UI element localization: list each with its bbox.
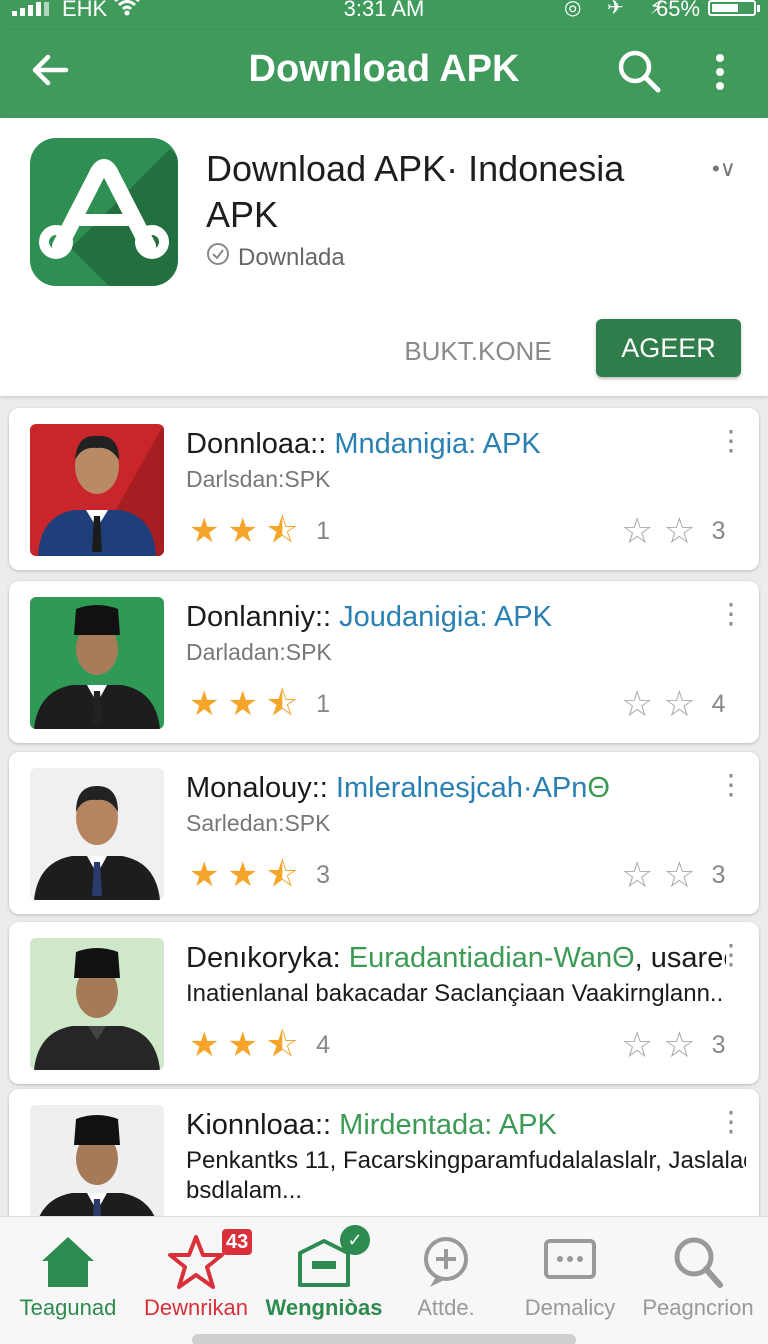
app-title: Download APK· Indonesia APK [206,148,625,235]
nav-label: Peagncrion [642,1295,754,1320]
list-item[interactable]: Donnloaa:: Mndanigia: APK Darlsdan:SPK ⋮… [9,408,759,570]
half-star-icon: ⯪ [265,685,299,723]
star-icon: ★ [189,1026,220,1064]
item-menu-icon[interactable]: ⋮ [717,426,745,460]
rating-value: 4 [316,1030,331,1059]
half-star-icon: ⯪ [265,1026,299,1064]
item-subtitle: Darlsdan:SPK [186,466,331,492]
nav-item-home[interactable]: Teagunad [4,1217,132,1344]
item-menu-icon[interactable]: ⋮ [717,599,745,633]
item-subtitle: Penkantks 11, Facarskingparamfudalalasla… [186,1147,746,1174]
list-item[interactable]: Donlanniy:: Joudanigia: APK Darladan:SPK… [9,581,759,743]
item-subtitle-continued: bsdlalam... [186,1177,303,1204]
rating-value: 1 [316,689,331,718]
developer-name: Downlada [238,243,345,271]
item-thumbnail [30,768,164,900]
search-icon[interactable] [614,46,664,96]
star-outline-icon[interactable]: ☆ [621,1027,653,1063]
nav-item-downloads[interactable]: 43 Dewnrikan [132,1217,260,1344]
star-outline-icon[interactable]: ☆ [663,1027,695,1063]
item-title: Monalouy:: Imleralnesjcah·APnΘ [186,772,610,804]
outline-stars[interactable]: ☆ ☆ 3 [621,857,726,893]
star-icon: ★ [227,1026,258,1064]
app-logo [30,138,178,286]
star-outline-icon[interactable]: ☆ [621,686,653,722]
rating-stars: ★ ★ ⯪ 1 [189,687,330,721]
item-thumbnail [30,938,164,1070]
battery-icon [708,0,760,16]
item-menu-icon[interactable]: ⋮ [717,770,745,804]
nav-item-messages[interactable]: Demalicy [506,1217,634,1344]
half-star-icon: ⯪ [265,512,299,550]
star-outline-icon[interactable]: ☆ [663,686,695,722]
review-count: 4 [711,689,726,718]
rating-stars: ★ ★ ⯪ 3 [189,858,330,892]
rating-stars: ★ ★ ⯪ 4 [189,1028,330,1062]
item-subtitle: Inatienlanal bakacadar Saclançiaan Vaaki… [186,980,724,1007]
item-title: Denıkoryka: Euradantiadian-WanΘ, usareof [186,942,726,974]
nav-item-add[interactable]: Attde. [382,1217,510,1344]
item-menu-icon[interactable]: ⋮ [717,940,745,974]
item-menu-icon[interactable]: ⋮ [717,1107,745,1141]
home-indicator[interactable] [192,1334,576,1344]
star-icon: ★ [189,512,220,550]
half-star-icon: ⯪ [265,856,299,894]
item-title: Donlanniy:: Joudanigia: APK [186,601,552,633]
app-header-card: Download APK· Indonesia APK Downlada •∨ … [0,118,768,396]
list-item[interactable]: Denıkoryka: Euradantiadian-WanΘ, usareof… [9,922,759,1084]
notification-badge: 43 [222,1229,253,1255]
item-thumbnail [30,424,164,556]
more-vert-icon[interactable] [700,48,740,96]
star-outline-icon[interactable]: ☆ [663,513,695,549]
rating-value: 3 [316,860,331,889]
star-icon [166,1233,226,1291]
review-count: 3 [711,516,726,545]
check-badge-icon: ✓ [340,1225,370,1255]
verified-icon [206,242,230,273]
search-icon [668,1233,728,1291]
nav-item-updates[interactable]: ✓ Wengniòas [260,1217,388,1344]
review-count: 3 [711,1030,726,1059]
item-title: Kionnloaa:: Mirdentada: APK [186,1109,557,1141]
nav-item-search[interactable]: Peagncrion [634,1217,762,1344]
outline-stars[interactable]: ☆ ☆ 4 [621,686,726,722]
review-count: 3 [711,860,726,889]
chat-add-icon [416,1233,476,1291]
battery-percentage: 65% [656,0,701,21]
star-outline-icon[interactable]: ☆ [621,857,653,893]
star-outline-icon[interactable]: ☆ [663,857,695,893]
home-icon [38,1233,98,1291]
message-icon [540,1233,600,1291]
bottom-navigation: Teagunad 43 Dewnrikan ✓ Wengniòas Attde.… [0,1216,768,1344]
rating-value: 1 [316,516,331,545]
outline-stars[interactable]: ☆ ☆ 3 [621,1027,726,1063]
app-bar: Download APK [0,30,768,118]
nav-label: Demalicy [524,1295,616,1320]
list-item[interactable]: Monalouy:: Imleralnesjcah·APnΘ Sarledan:… [9,752,759,914]
star-icon: ★ [227,512,258,550]
item-thumbnail [30,1105,164,1229]
chevron-down-icon[interactable]: •∨ [712,156,736,182]
nav-label: Dewnrikan [144,1295,248,1320]
star-icon: ★ [189,856,220,894]
secondary-action-button[interactable]: BUKT.KONE [392,328,564,374]
nav-label: Teagunad [19,1295,117,1320]
primary-action-button[interactable]: AGEER [596,319,741,377]
star-outline-icon[interactable]: ☆ [621,513,653,549]
outline-stars[interactable]: ☆ ☆ 3 [621,513,726,549]
item-thumbnail [30,597,164,729]
list-item[interactable]: Kionnloaa:: Mirdentada: APK Penkantks 11… [9,1089,759,1229]
star-icon: ★ [227,856,258,894]
star-icon: ★ [189,685,220,723]
rating-stars: ★ ★ ⯪ 1 [189,514,330,548]
item-subtitle: Sarledan:SPK [186,810,331,836]
status-bar: EHK 3:31 AM ◎ ✈ ⚡ 65% [0,0,768,30]
developer-row[interactable]: Downlada [206,242,345,273]
item-subtitle: Darladan:SPK [186,639,332,665]
item-title: Donnloaa:: Mndanigia: APK [186,428,541,460]
star-icon: ★ [227,685,258,723]
